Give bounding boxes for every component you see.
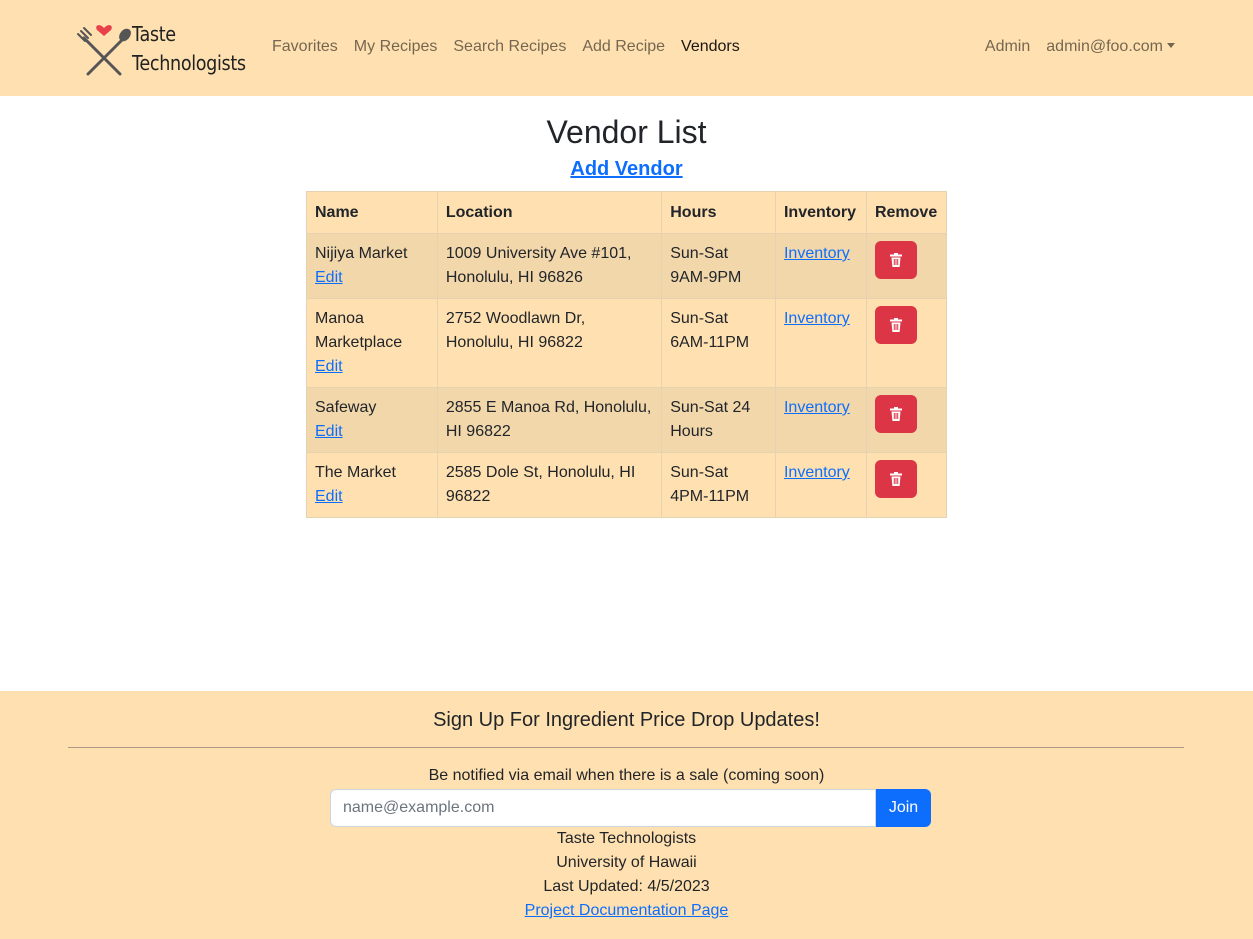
brand-name: Taste Technologists	[132, 20, 246, 78]
trash-icon	[889, 253, 902, 267]
remove-cell	[865, 298, 948, 388]
inventory-link[interactable]: Inventory	[784, 310, 850, 327]
trash-icon	[889, 407, 902, 421]
footer-info: Taste Technologists University of Hawaii…	[0, 827, 1253, 923]
footer-heading: Sign Up For Ingredient Price Drop Update…	[433, 709, 820, 731]
footer-university: University of Hawaii	[556, 854, 697, 871]
edit-link[interactable]: Edit	[315, 266, 429, 290]
user-email: admin@foo.com	[1046, 38, 1163, 55]
vendor-hours: Sun-Sat 6AM-11PM	[661, 298, 776, 388]
docs-link[interactable]: Project Documentation Page	[525, 902, 729, 919]
signup-form: Join	[330, 789, 931, 827]
edit-link[interactable]: Edit	[315, 420, 429, 444]
nav-links: Favorites My Recipes Search Recipes Add …	[272, 38, 740, 56]
vendor-name-cell: The Market Edit	[306, 452, 438, 518]
inventory-cell: Inventory	[774, 387, 867, 453]
vendor-hours: Sun-Sat 9AM-9PM	[661, 233, 776, 299]
nav-link-add-recipe[interactable]: Add Recipe	[582, 38, 665, 56]
vendor-name-cell: Nijiya Market Edit	[306, 233, 438, 299]
brand-logo[interactable]: Taste Technologists	[76, 20, 246, 82]
page-title: Vendor List	[546, 114, 707, 150]
delete-button[interactable]	[874, 395, 917, 433]
inventory-cell: Inventory	[774, 298, 867, 388]
table-row: Safeway Edit 2855 E Manoa Rd, Honolulu, …	[306, 387, 948, 453]
table-row: The Market Edit 2585 Dole St, Honolulu, …	[306, 452, 948, 518]
delete-button[interactable]	[874, 460, 917, 498]
caret-down-icon	[1167, 43, 1175, 48]
vendor-name-cell: Manoa Marketplace Edit	[306, 298, 438, 388]
nav-link-admin[interactable]: Admin	[985, 38, 1030, 56]
header-remove: Remove	[865, 191, 948, 234]
trash-icon	[889, 472, 902, 486]
header-inventory: Inventory	[774, 191, 867, 234]
footer-org: Taste Technologists	[556, 830, 697, 847]
vendor-hours: Sun-Sat 4PM-11PM	[661, 452, 776, 518]
add-vendor-wrapper: Add Vendor	[0, 158, 1253, 181]
edit-link[interactable]: Edit	[315, 355, 429, 379]
vendor-location: 2752 Woodlawn Dr, Honolulu, HI 96822	[436, 298, 663, 388]
navbar: Taste Technologists Favorites My Recipes…	[0, 0, 1253, 96]
footer-note: Be notified via email when there is a sa…	[428, 767, 825, 784]
footer-divider	[68, 747, 1184, 748]
footer: Sign Up For Ingredient Price Drop Update…	[0, 691, 1253, 939]
delete-button[interactable]	[874, 241, 917, 279]
brand-line-1: Taste	[132, 22, 176, 46]
fork-spoon-heart-icon	[77, 25, 131, 76]
trash-icon	[889, 318, 902, 332]
inventory-link[interactable]: Inventory	[784, 245, 850, 262]
join-button[interactable]: Join	[876, 789, 931, 827]
delete-button[interactable]	[874, 306, 917, 344]
vendor-name: The Market	[315, 464, 396, 481]
header-location: Location	[436, 191, 663, 234]
table-header-row: Name Location Hours Inventory Remove	[306, 191, 948, 234]
brand-line-2: Technologists	[132, 51, 246, 75]
inventory-link[interactable]: Inventory	[784, 399, 850, 416]
vendor-location: 2585 Dole St, Honolulu, HI 96822	[436, 452, 663, 518]
nav-link-search-recipes[interactable]: Search Recipes	[453, 38, 566, 56]
vendor-hours: Sun-Sat 24 Hours	[661, 387, 776, 453]
vendor-location: 2855 E Manoa Rd, Honolulu, HI 96822	[436, 387, 663, 453]
user-dropdown[interactable]: admin@foo.com	[1046, 38, 1175, 56]
vendor-name: Nijiya Market	[315, 245, 408, 262]
table-row: Nijiya Market Edit 1009 University Ave #…	[306, 233, 948, 299]
vendor-location: 1009 University Ave #101, Honolulu, HI 9…	[436, 233, 663, 299]
remove-cell	[865, 387, 948, 453]
edit-link[interactable]: Edit	[315, 485, 429, 509]
footer-last-updated: Last Updated: 4/5/2023	[543, 878, 710, 895]
vendor-name: Safeway	[315, 399, 377, 416]
header-hours: Hours	[661, 191, 776, 234]
vendor-name: Manoa Marketplace	[315, 310, 403, 351]
nav-link-vendors[interactable]: Vendors	[681, 38, 740, 56]
inventory-cell: Inventory	[774, 452, 867, 518]
nav-right: Admin admin@foo.com	[985, 38, 1175, 56]
nav-link-my-recipes[interactable]: My Recipes	[354, 38, 438, 56]
inventory-link[interactable]: Inventory	[784, 464, 850, 481]
vendor-name-cell: Safeway Edit	[306, 387, 438, 453]
remove-cell	[865, 233, 948, 299]
remove-cell	[865, 452, 948, 518]
vendor-table: Name Location Hours Inventory Remove Nij…	[306, 191, 948, 518]
nav-link-favorites[interactable]: Favorites	[272, 38, 338, 56]
header-name: Name	[306, 191, 438, 234]
inventory-cell: Inventory	[774, 233, 867, 299]
table-row: Manoa Marketplace Edit 2752 Woodlawn Dr,…	[306, 298, 948, 388]
add-vendor-link[interactable]: Add Vendor	[570, 158, 682, 180]
email-input[interactable]	[330, 789, 876, 827]
